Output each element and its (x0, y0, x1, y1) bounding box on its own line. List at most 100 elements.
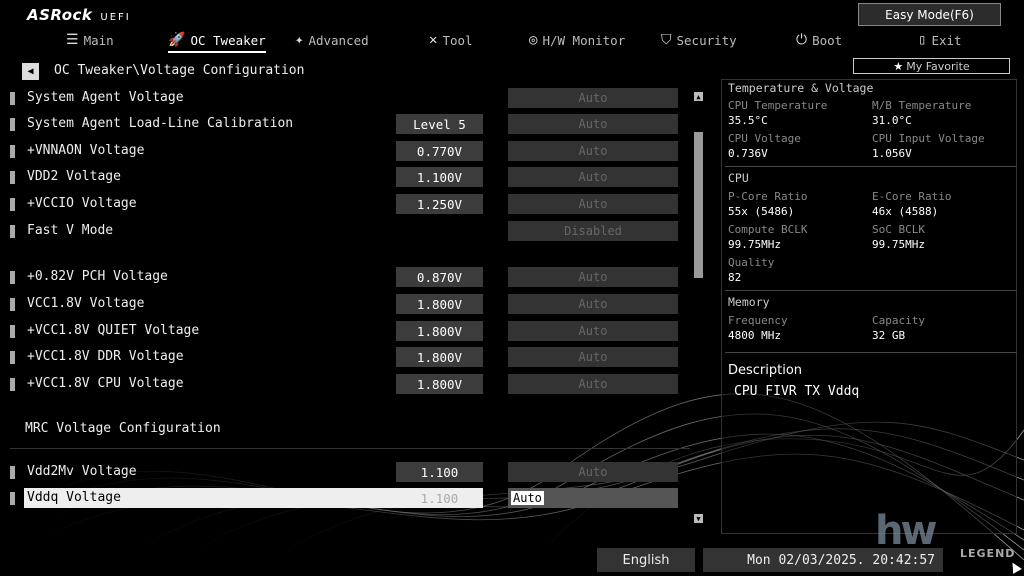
setting-option[interactable]: Auto (508, 294, 678, 314)
setting-option[interactable]: Auto (508, 167, 678, 187)
tab-exit-label: Exit (931, 32, 962, 48)
setting-label: +VNNAON Voltage (27, 143, 145, 158)
tab-hw-monitor[interactable]: ◎ H/W Monitor (529, 30, 625, 50)
setting-label: +VCC1.8V CPU Voltage (27, 376, 184, 391)
row-marker (10, 92, 15, 105)
tab-security[interactable]: ⛉ Security (661, 30, 737, 50)
current-value: Level 5 (396, 114, 483, 134)
setting-row[interactable]: Vdd2Mv Voltage 1.100 Auto (10, 462, 690, 482)
setting-row-selected[interactable]: Vddq Voltage 1.100 Auto (10, 488, 690, 508)
mb-temp-value: 31.0°C (872, 114, 912, 127)
easy-mode-button[interactable]: Easy Mode(F6) (858, 3, 1001, 26)
setting-option[interactable]: Auto (508, 462, 678, 482)
setting-row[interactable]: System Agent Load-Line Calibration Level… (10, 114, 690, 134)
compute-bclk-value: 99.75MHz (728, 238, 781, 251)
tab-tool[interactable]: ✕ Tool (429, 30, 473, 50)
quality-label: Quality (728, 256, 775, 269)
scroll-up-icon[interactable]: ▲ (694, 92, 703, 101)
panel-divider (725, 352, 1017, 353)
power-icon: ⏻ (796, 32, 808, 48)
setting-label: VDD2 Voltage (27, 169, 121, 184)
cpu-voltage-value: 0.736V (728, 147, 768, 160)
scrollbar[interactable]: ▲ ▼ (693, 90, 705, 526)
my-favorite-button[interactable]: ★ My Favorite (853, 58, 1010, 74)
setting-label: System Agent Voltage (27, 90, 184, 105)
monitor-icon: ◎ (529, 32, 538, 48)
setting-option[interactable]: Auto (508, 267, 678, 287)
shield-icon: ⛉ (661, 32, 672, 48)
setting-option[interactable]: Disabled (508, 221, 678, 241)
logo-text: ASRock (27, 6, 93, 24)
tab-oc-tweaker[interactable]: 🚀 OC Tweaker (168, 30, 266, 53)
tab-main[interactable]: ☰ Main (66, 30, 114, 50)
row-marker (10, 325, 15, 338)
language-button[interactable]: English (597, 548, 695, 572)
current-value: 1.800V (396, 347, 483, 367)
current-value: 1.250V (396, 194, 483, 214)
watermark-text: LEGEND (960, 547, 1016, 560)
section-divider (10, 448, 690, 449)
soc-bclk-label: SoC BCLK (872, 223, 925, 236)
current-value: 0.770V (396, 141, 483, 161)
setting-row[interactable]: +VNNAON Voltage 0.770V Auto (10, 141, 690, 161)
star-icon: ✦ (295, 32, 304, 48)
tab-main-label: Main (83, 32, 114, 48)
tab-advanced[interactable]: ✦ Advanced (295, 30, 369, 50)
tab-security-label: Security (676, 32, 737, 48)
rocket-icon: 🚀 (168, 32, 186, 48)
setting-option[interactable]: Auto (508, 114, 678, 134)
setting-row[interactable]: +VCCIO Voltage 1.250V Auto (10, 194, 690, 214)
pcore-ratio-value: 55x (5486) (728, 205, 795, 218)
row-marker (10, 492, 15, 505)
setting-label: Fast V Mode (27, 223, 114, 238)
mouse-cursor-icon (1008, 560, 1022, 574)
capacity-value: 32 GB (872, 329, 906, 342)
setting-row[interactable]: System Agent Voltage Auto (10, 88, 690, 108)
cpu-input-voltage-label: CPU Input Voltage (872, 132, 985, 145)
uefi-label: UEFI (100, 12, 131, 23)
setting-row[interactable]: VDD2 Voltage 1.100V Auto (10, 167, 690, 187)
current-value: 0.870V (396, 267, 483, 287)
section-heading: MRC Voltage Configuration (25, 421, 221, 436)
setting-row[interactable]: +VCC1.8V QUIET Voltage 1.800V Auto (10, 321, 690, 341)
asrock-logo: ASRock UEFI (27, 6, 131, 24)
scroll-down-icon[interactable]: ▼ (694, 514, 703, 523)
setting-option[interactable]: Auto (508, 141, 678, 161)
description-text: CPU FIVR TX Vddq (734, 384, 860, 399)
current-value: 1.800V (396, 374, 483, 394)
setting-option[interactable]: Auto (508, 347, 678, 367)
row-marker (10, 198, 15, 211)
current-value: 1.100 (420, 490, 459, 506)
tab-exit[interactable]: ▯ Exit (918, 30, 962, 50)
pcore-ratio-label: P-Core Ratio (728, 190, 808, 203)
setting-option[interactable]: Auto (508, 488, 678, 508)
soc-bclk-value: 99.75MHz (872, 238, 925, 251)
panel-divider (725, 166, 1017, 167)
setting-option[interactable]: Auto (508, 88, 678, 108)
current-value: 1.800V (396, 321, 483, 341)
back-button[interactable]: ◀ (22, 63, 39, 80)
setting-option[interactable]: Auto (508, 321, 678, 341)
current-value: 1.100 (396, 462, 483, 482)
cpu-voltage-label: CPU Voltage (728, 132, 801, 145)
setting-row[interactable]: +0.82V PCH Voltage 0.870V Auto (10, 267, 690, 287)
cpu-input-voltage-value: 1.056V (872, 147, 912, 160)
setting-row[interactable]: +VCC1.8V DDR Voltage 1.800V Auto (10, 347, 690, 367)
compute-bclk-label: Compute BCLK (728, 223, 808, 236)
setting-option[interactable]: Auto (508, 374, 678, 394)
tab-boot[interactable]: ⏻ Boot (796, 30, 842, 50)
setting-row[interactable]: +VCC1.8V CPU Voltage 1.800V Auto (10, 374, 690, 394)
row-marker (10, 298, 15, 311)
tab-boot-label: Boot (812, 32, 843, 48)
row-marker (10, 145, 15, 158)
scroll-thumb[interactable] (694, 132, 703, 278)
ecore-ratio-value: 46x (4588) (872, 205, 939, 218)
setting-option[interactable]: Auto (508, 194, 678, 214)
setting-row[interactable]: Fast V Mode Disabled (10, 221, 690, 241)
setting-label: Vdd2Mv Voltage (27, 464, 137, 479)
setting-row[interactable]: VCC1.8V Voltage 1.800V Auto (10, 294, 690, 314)
memory-title: Memory (728, 295, 770, 309)
tab-oc-tweaker-label: OC Tweaker (190, 32, 266, 48)
frequency-label: Frequency (728, 314, 788, 327)
cpu-temp-label: CPU Temperature (728, 99, 828, 112)
